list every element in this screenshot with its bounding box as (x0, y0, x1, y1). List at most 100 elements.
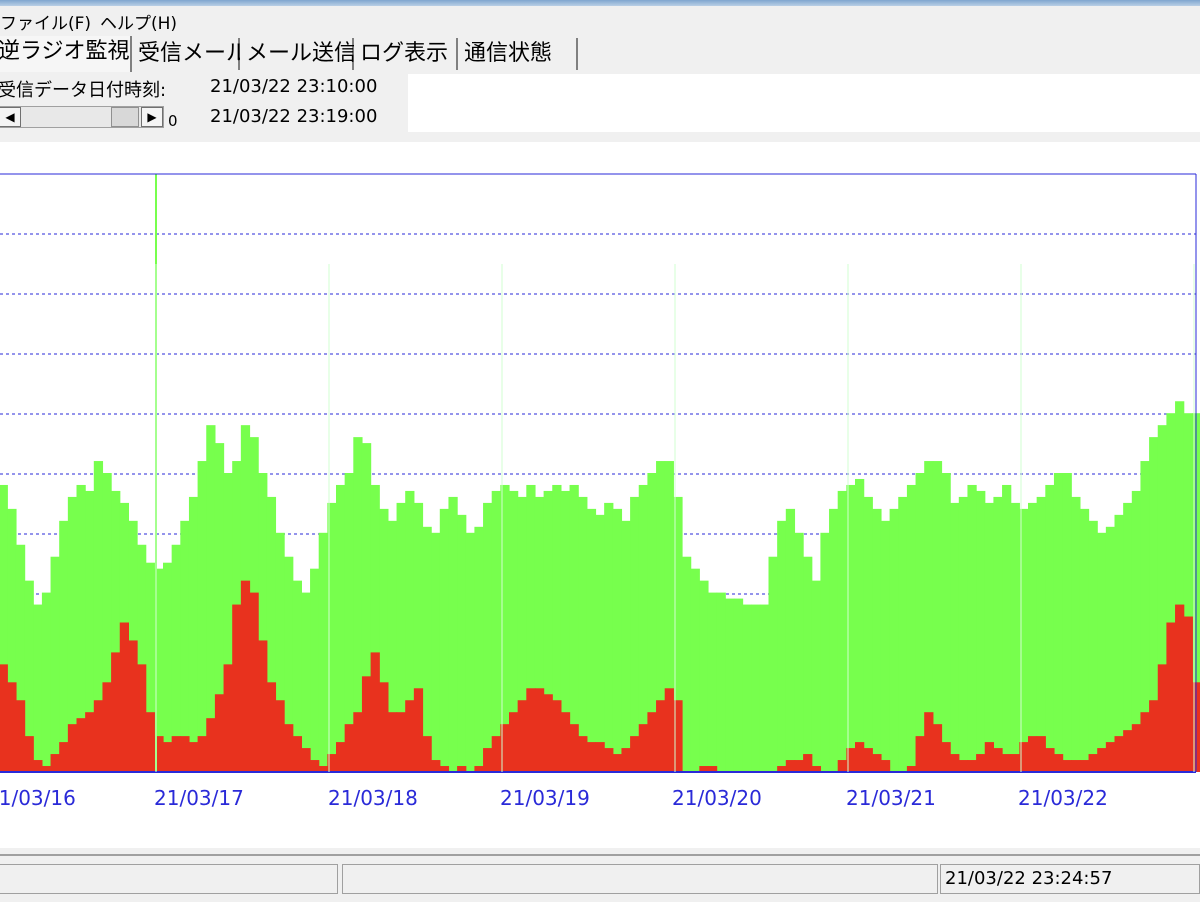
x-tick-label: 21/03/17 (154, 786, 244, 810)
series-red-bar (543, 694, 553, 772)
series-red-bar (119, 622, 129, 772)
series-red-bar (630, 736, 640, 772)
time-scrollbar[interactable]: ◀ ▶ (0, 106, 164, 128)
tab-bar: 逆ラジオ監視 受信メール メール送信 ログ表示 通信状態 (0, 36, 1200, 72)
menu-bar: ファイル(F) ヘルプ(H) (0, 6, 1200, 34)
series-green-bar (630, 496, 640, 772)
series-red-bar (1140, 712, 1150, 772)
series-green-bar (1088, 520, 1098, 772)
series-red-bar (578, 736, 588, 772)
series-red-bar (292, 736, 302, 772)
series-red-bar (379, 682, 389, 772)
series-red-bar (336, 742, 346, 772)
series-red-bar (993, 748, 1003, 772)
series-green-bar (197, 461, 207, 772)
series-green-bar (1071, 496, 1081, 772)
series-red-bar (128, 640, 138, 772)
series-red-bar (1131, 724, 1142, 772)
series-red-bar (967, 760, 977, 772)
series-red-bar (1053, 754, 1064, 772)
menu-file[interactable]: ファイル(F) (0, 9, 91, 34)
series-red-bar (1002, 754, 1012, 772)
series-red-bar (76, 718, 86, 772)
series-red-bar (180, 736, 190, 772)
series-red-bar (24, 736, 34, 772)
menu-help[interactable]: ヘルプ(H) (100, 9, 177, 34)
series-green-bar (716, 592, 726, 772)
series-green-bar (431, 532, 441, 772)
series-red-bar (803, 754, 813, 772)
series-red-bar (353, 712, 363, 772)
series-green-bar (483, 502, 493, 772)
series-red-bar (171, 736, 181, 772)
series-red-bar (361, 676, 372, 772)
series-red-bar (1105, 742, 1116, 772)
tab-label: 通信状態 (464, 41, 553, 66)
series-red-bar (59, 742, 69, 772)
received-datetime-label: 受信データ日付時刻: (0, 80, 167, 101)
series-red-bar (1045, 748, 1055, 772)
tab-comm-status[interactable]: 通信状態 (458, 38, 578, 70)
tab-log-view[interactable]: ログ表示 (354, 38, 458, 70)
series-green-bar (1079, 508, 1090, 772)
series-red-bar (1123, 730, 1133, 772)
series-red-bar (188, 742, 199, 772)
series-red-bar (284, 724, 294, 772)
series-red-bar (1079, 760, 1090, 772)
tab-send-mail[interactable]: メール送信 (240, 38, 357, 70)
tab-received-mail[interactable]: 受信メール (132, 38, 248, 70)
series-red-bar (214, 694, 225, 772)
series-red-bar (137, 664, 147, 772)
status-pane-clock: 21/03/22 23:24:57 (940, 864, 1200, 894)
series-red-bar (656, 700, 666, 772)
series-red-bar (638, 724, 648, 772)
scroll-right-button[interactable]: ▶ (141, 107, 163, 127)
series-green-bar (301, 592, 311, 772)
series-red-bar (85, 712, 95, 772)
x-tick-label: 21/03/20 (672, 786, 762, 810)
series-green-bar (1010, 502, 1020, 772)
series-red-bar (370, 652, 380, 772)
series-red-bar (197, 736, 207, 772)
series-green-bar (829, 508, 839, 772)
tab-label: メール送信 (246, 41, 357, 66)
arrow-right-icon: ▶ (147, 110, 157, 124)
series-green-bar (803, 556, 813, 772)
series-red-bar (413, 688, 424, 772)
series-green-bar (180, 520, 190, 772)
series-red-bar (266, 682, 277, 772)
status-pane-1 (0, 864, 338, 894)
series-green-bar (491, 490, 501, 772)
status-clock: 21/03/22 23:24:57 (945, 868, 1113, 889)
series-red-bar (7, 682, 17, 772)
series-green-bar (820, 532, 830, 772)
series-red-bar (950, 754, 960, 772)
series-green-bar (880, 520, 891, 772)
series-red-bar (33, 760, 43, 772)
series-red-bar (517, 700, 527, 772)
series-red-bar (258, 640, 268, 772)
series-red-bar (621, 748, 631, 772)
series-red-bar (1175, 604, 1185, 772)
series-green-bar (777, 520, 787, 772)
scroll-left-button[interactable]: ◀ (0, 107, 21, 127)
series-red-bar (67, 724, 78, 772)
series-green-bar (1097, 532, 1107, 772)
series-green-bar (448, 496, 458, 772)
tab-label: 受信メール (138, 41, 249, 66)
status-pane-2 (342, 864, 938, 894)
series-green-bar (163, 562, 173, 772)
series-red-bar (872, 754, 882, 772)
series-green-bar (50, 556, 60, 772)
scroll-thumb[interactable] (111, 107, 139, 127)
series-green-bar (595, 514, 605, 772)
series-green-bar (958, 496, 969, 772)
series-red-bar (240, 580, 251, 772)
series-red-bar (1166, 622, 1176, 772)
slider-value: 0 (168, 112, 178, 130)
series-green-bar (318, 532, 328, 772)
series-red-bar (794, 760, 804, 772)
series-green-bar (1105, 526, 1116, 772)
series-green-bar (707, 592, 718, 772)
tab-reverse-radio-monitor[interactable]: 逆ラジオ監視 (0, 36, 132, 72)
